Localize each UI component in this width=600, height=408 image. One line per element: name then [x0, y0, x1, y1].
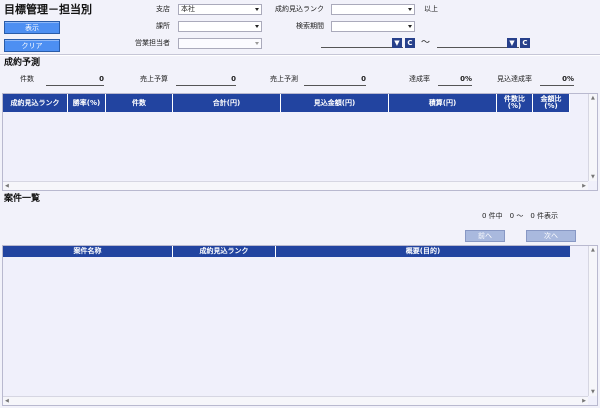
column-header[interactable]: 概要(目的): [276, 246, 570, 257]
cases-grid-header: 案件名称 成約見込ランク 概要(目的): [3, 246, 570, 257]
forecast-grid-header: 成約見込ランク 勝率(%) 件数 合計(円) 見込金額(円) 積算(円) 件数比…: [3, 94, 570, 112]
chevron-down-icon: [255, 25, 259, 28]
scroll-up-icon[interactable]: ▲: [591, 95, 595, 101]
date-to-clear-button[interactable]: C: [520, 38, 530, 48]
budget-label: 売上予算: [140, 75, 168, 83]
rank-select[interactable]: [331, 4, 415, 15]
achievement-value: 0%: [438, 74, 472, 86]
chevron-down-icon: [255, 8, 259, 11]
count-value: 0: [46, 74, 104, 86]
divider: [0, 54, 600, 56]
chevron-down-icon: [408, 25, 412, 28]
scroll-up-icon[interactable]: ▲: [591, 247, 595, 253]
clear-button[interactable]: クリア: [4, 39, 60, 52]
column-header[interactable]: 勝率(%): [68, 94, 106, 112]
prediction-label: 売上予測: [270, 75, 298, 83]
period-label: 検索期間: [296, 22, 324, 30]
prev-button[interactable]: 前へ: [465, 230, 505, 242]
count-label: 件数: [20, 75, 34, 83]
rank-label: 成約見込ランク: [275, 5, 324, 13]
column-header[interactable]: 積算(円): [389, 94, 497, 112]
achievement-label: 達成率: [409, 75, 430, 83]
budget-value: 0: [176, 74, 236, 86]
chevron-down-icon: [408, 8, 412, 11]
date-to-calendar-button[interactable]: ▼: [507, 38, 517, 48]
column-header[interactable]: 件数: [106, 94, 173, 112]
rep-label: 営業担当者: [135, 39, 170, 47]
chevron-down-icon: [255, 42, 259, 45]
branch-value: 本社: [181, 5, 195, 13]
column-header[interactable]: 件数比(%): [497, 94, 533, 112]
next-button[interactable]: 次へ: [526, 230, 576, 242]
scroll-right-icon[interactable]: ▶: [582, 183, 586, 189]
column-header[interactable]: 成約見込ランク: [173, 246, 276, 257]
column-header[interactable]: 金額比(%): [533, 94, 570, 112]
rank-suffix: 以上: [424, 5, 438, 13]
date-range-separator: ～: [421, 38, 431, 48]
cases-title: 案件一覧: [4, 194, 41, 204]
branch-label: 支店: [156, 5, 170, 13]
vertical-scrollbar[interactable]: ▲ ▼: [588, 94, 597, 181]
division-label: 課所: [156, 22, 170, 30]
branch-select[interactable]: 本社: [178, 4, 262, 15]
expected-achievement-label: 見込達成率: [497, 75, 532, 83]
horizontal-scrollbar[interactable]: ◀ ▶: [3, 181, 588, 190]
forecast-grid: 成約見込ランク 勝率(%) 件数 合計(円) 見込金額(円) 積算(円) 件数比…: [2, 93, 598, 191]
rep-select[interactable]: [178, 38, 262, 49]
column-header[interactable]: 案件名称: [3, 246, 173, 257]
scroll-left-icon[interactable]: ◀: [5, 183, 9, 189]
column-header[interactable]: 合計(円): [173, 94, 281, 112]
prediction-value: 0: [304, 74, 366, 86]
date-from-field[interactable]: [321, 37, 403, 48]
page-title: 目標管理－担当別: [4, 3, 92, 16]
forecast-title: 成約予測: [4, 58, 41, 68]
division-select[interactable]: [178, 21, 262, 32]
period-select[interactable]: [331, 21, 415, 32]
date-from-clear-button[interactable]: C: [405, 38, 415, 48]
cases-count: 0 件中 0 ～ 0 件表示: [482, 212, 559, 220]
column-header[interactable]: 見込金額(円): [281, 94, 389, 112]
scroll-left-icon[interactable]: ◀: [5, 398, 9, 404]
horizontal-scrollbar[interactable]: ◀ ▶: [3, 396, 588, 405]
scroll-down-icon[interactable]: ▼: [591, 174, 595, 180]
cases-grid: 案件名称 成約見込ランク 概要(目的) ▲ ▼ ◀ ▶: [2, 245, 598, 406]
show-button[interactable]: 表示: [4, 21, 60, 34]
scroll-down-icon[interactable]: ▼: [591, 389, 595, 395]
expected-achievement-value: 0%: [540, 74, 574, 86]
scroll-right-icon[interactable]: ▶: [582, 398, 586, 404]
date-from-calendar-button[interactable]: ▼: [392, 38, 402, 48]
column-header[interactable]: 成約見込ランク: [3, 94, 68, 112]
vertical-scrollbar[interactable]: ▲ ▼: [588, 246, 597, 396]
